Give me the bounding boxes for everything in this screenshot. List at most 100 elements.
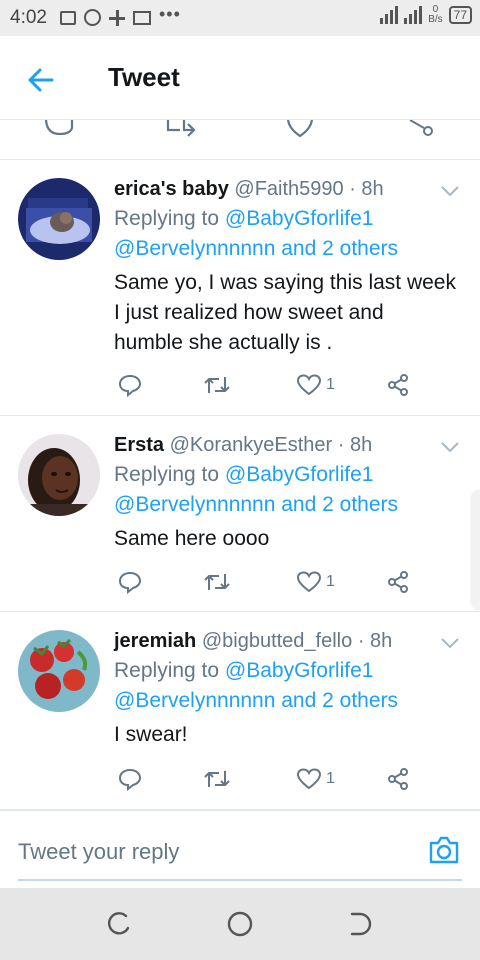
share-icon: [388, 768, 408, 790]
like-count: 1: [326, 376, 335, 393]
share-button[interactable]: [386, 370, 410, 400]
mention-others-link[interactable]: @Bervelynnnnnn and 2 others: [114, 686, 398, 716]
author-name[interactable]: Ersta: [114, 434, 164, 456]
mention-others-link[interactable]: @Bervelynnnnnn and 2 others: [114, 490, 398, 520]
tweet-time: · 8h: [349, 178, 384, 200]
like-icon: [296, 374, 322, 396]
reply-icon: [118, 571, 142, 594]
reply-tweet[interactable]: erica's baby @Faith5990 · 8h Replying to…: [0, 160, 480, 416]
gmail-notification-icon: [133, 10, 151, 25]
reply-composer: Tweet your reply: [0, 810, 480, 888]
mention-link[interactable]: @BabyGforlife1: [225, 659, 374, 682]
mention-link[interactable]: @BabyGforlife1: [225, 207, 374, 230]
replying-to: Replying to @BabyGforlife1 @Bervelynnnnn…: [114, 460, 398, 520]
message-notification-icon: [60, 10, 76, 25]
author-handle[interactable]: @KorankyeEsther: [170, 434, 333, 456]
tweet-time: · 8h: [337, 434, 373, 456]
tweet-text: I swear!: [114, 720, 470, 750]
battery-icon: 77: [448, 6, 472, 24]
system-nav-bar: [0, 888, 480, 960]
avatar[interactable]: [18, 434, 100, 516]
scroll-handle[interactable]: [472, 490, 480, 610]
author-name[interactable]: erica's baby: [114, 178, 229, 200]
reply-tweet[interactable]: jeremiah @bigbutted_fello · 8h Replying …: [0, 612, 480, 810]
network-speed: 0 B/s: [428, 5, 442, 25]
tweet-header: jeremiah @bigbutted_fello · 8h: [114, 630, 392, 653]
status-time: 4:02: [10, 7, 47, 28]
reply-button[interactable]: [118, 370, 142, 400]
like-button[interactable]: 1: [296, 567, 335, 597]
notification-icons: •••: [60, 4, 181, 26]
mention-link[interactable]: @BabyGforlife1: [225, 463, 374, 486]
tweet-text: Same yo, I was saying this last week I j…: [114, 268, 470, 358]
chevron-down-icon[interactable]: [440, 440, 460, 453]
tweet-text: Same here oooo: [114, 524, 470, 554]
network-speed-unit: B/s: [428, 14, 443, 25]
tweet-actions: 1: [114, 567, 434, 597]
retweet-button[interactable]: [204, 567, 230, 597]
retweet-button[interactable]: [204, 370, 230, 400]
avatar[interactable]: [18, 178, 100, 260]
reply-button[interactable]: [118, 567, 142, 597]
like-count: 1: [326, 770, 335, 787]
retweet-icon: [204, 574, 230, 590]
like-count: 1: [326, 573, 335, 590]
share-button[interactable]: [386, 764, 410, 794]
tweet-header: erica's baby @Faith5990 · 8h: [114, 178, 384, 201]
avatar[interactable]: [18, 630, 100, 712]
reply-icon: [118, 768, 142, 791]
like-button[interactable]: 1: [296, 764, 335, 794]
share-icon: [388, 374, 408, 396]
main-tweet-actions: [0, 120, 480, 160]
reply-input[interactable]: Tweet your reply: [18, 839, 179, 865]
partial-action-icons: [45, 120, 433, 138]
status-right: 0 B/s 77: [380, 5, 472, 25]
tweet-header: Ersta @KorankyeEsther · 8h: [114, 434, 372, 457]
signal-icon-2: [404, 6, 423, 24]
reply-icon: [118, 374, 142, 397]
tweet-text-line: I just realized how sweet and: [114, 301, 384, 324]
page-title: Tweet: [108, 62, 180, 92]
whatsapp-notification-icon: [84, 9, 101, 26]
chevron-down-icon[interactable]: [440, 636, 460, 649]
tweet-actions: 1: [114, 764, 434, 794]
tweet-text-line: I swear!: [114, 723, 188, 746]
twitter-tweet-screen: 4:02 ••• 0 B/s 77 Tweet erica's baby @Fa…: [0, 0, 480, 960]
reply-input-underline: [18, 879, 462, 881]
like-button[interactable]: 1: [296, 370, 335, 400]
back-nav-icon[interactable]: [346, 910, 374, 938]
pinwheel-notification-icon: [109, 9, 125, 26]
more-notifications-icon: •••: [159, 4, 181, 24]
reply-tweet[interactable]: Ersta @KorankyeEsther · 8h Replying to @…: [0, 416, 480, 612]
chevron-down-icon[interactable]: [440, 184, 460, 197]
tweet-text-line: Same yo, I was saying this last week: [114, 271, 456, 294]
tweet-text-line: humble she actually is .: [114, 331, 333, 354]
tweet-actions: 1: [114, 370, 434, 400]
replying-to-label: Replying to: [114, 463, 220, 486]
reply-button[interactable]: [118, 764, 142, 794]
home-nav-icon[interactable]: [226, 910, 254, 938]
signal-icon: [380, 6, 399, 24]
tweet-text-line: Same here oooo: [114, 527, 270, 550]
replying-to-label: Replying to: [114, 659, 220, 682]
author-handle[interactable]: @Faith5990: [234, 178, 343, 200]
camera-icon[interactable]: [428, 835, 460, 865]
back-arrow-icon[interactable]: [22, 60, 62, 100]
mention-others-link[interactable]: @Bervelynnnnnn and 2 others: [114, 234, 398, 264]
recents-nav-icon[interactable]: [106, 910, 134, 938]
replying-to-label: Replying to: [114, 207, 220, 230]
retweet-icon: [204, 377, 230, 393]
status-bar: 4:02 ••• 0 B/s 77: [0, 0, 480, 36]
retweet-button[interactable]: [204, 764, 230, 794]
like-icon: [296, 768, 322, 790]
like-icon: [296, 571, 322, 593]
replying-to: Replying to @BabyGforlife1 @Bervelynnnnn…: [114, 204, 398, 264]
retweet-icon: [204, 771, 230, 787]
author-name[interactable]: jeremiah: [114, 630, 196, 652]
share-icon: [388, 571, 408, 593]
replying-to: Replying to @BabyGforlife1 @Bervelynnnnn…: [114, 656, 398, 716]
author-handle[interactable]: @bigbutted_fello: [202, 630, 352, 652]
tweet-time: · 8h: [357, 630, 393, 652]
share-button[interactable]: [386, 567, 410, 597]
app-header: Tweet: [0, 36, 480, 120]
